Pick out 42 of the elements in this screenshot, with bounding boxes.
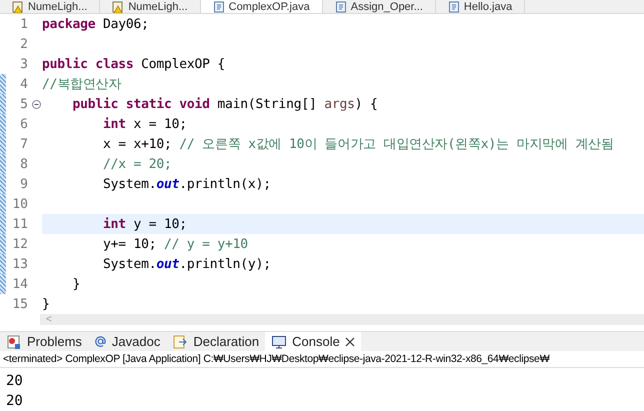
code-line: public static void main(String[] args) {: [72, 96, 378, 112]
declaration-icon: [172, 334, 188, 350]
code-line: //x = 20;: [102, 156, 172, 172]
java-file-warning-icon: [12, 0, 24, 13]
code-line: public class ComplexOP {: [42, 56, 226, 72]
code-line: System.out.println(x);: [102, 176, 271, 192]
code-line: int y = 10;: [102, 216, 187, 232]
collapse-icon[interactable]: [32, 100, 40, 109]
view-tab[interactable]: Declaration: [166, 332, 266, 351]
editor-tab[interactable]: ComplexOP.java: [200, 0, 323, 14]
code-line: //복합연산자: [42, 76, 122, 94]
tab-label: Hello.java: [464, 0, 512, 13]
code-line: }: [72, 276, 80, 292]
tab-label: Console: [292, 334, 340, 350]
console-output-line: 20: [6, 392, 24, 411]
console-output-line: 20: [6, 372, 24, 391]
console-status: <terminated> ComplexOP [Java Application] C:₩Users₩HJ₩Desktop₩eclipse-java-2021-12-R-win32-x86_64₩eclipse₩: [0, 351, 644, 368]
editor-tab[interactable]: Assign_Oper...: [322, 0, 436, 14]
view-tab[interactable]: Problems: [0, 332, 88, 351]
monitor-icon: [271, 334, 288, 350]
code-line: System.out.println(y);: [102, 256, 271, 272]
code-line: }: [42, 296, 50, 312]
code-line: int x = 10;: [102, 116, 187, 132]
tab-label: Javadoc: [112, 334, 160, 350]
view-tab[interactable]: Console: [265, 332, 361, 351]
editor-tab[interactable]: NumeLigh...: [0, 0, 100, 14]
code-line: x = x+10; // 오른쪽 x값에 10이 들어가고 대입연산자(왼쪽x)는 마지막에 계산됨: [102, 136, 614, 154]
tab-label: Assign_Oper...: [350, 0, 423, 13]
tab-label: Problems: [27, 334, 82, 350]
code-line: package Day06;: [42, 16, 149, 32]
tab-label: ComplexOP.java: [228, 0, 310, 13]
problems-icon: [6, 334, 22, 350]
code-line: y+= 10; // y = y+10: [102, 236, 248, 252]
tab-label: NumeLigh...: [128, 0, 188, 13]
close-icon[interactable]: [344, 336, 355, 347]
view-tab[interactable]: Javadoc: [88, 332, 166, 351]
tab-label: Declaration: [193, 334, 260, 350]
at-sign-icon: [94, 335, 107, 348]
editor-tab[interactable]: Hello.java: [436, 0, 526, 14]
java-file-warning-icon: [112, 0, 124, 13]
editor-tab[interactable]: NumeLigh...: [100, 0, 201, 14]
tab-label: NumeLigh...: [28, 0, 88, 13]
